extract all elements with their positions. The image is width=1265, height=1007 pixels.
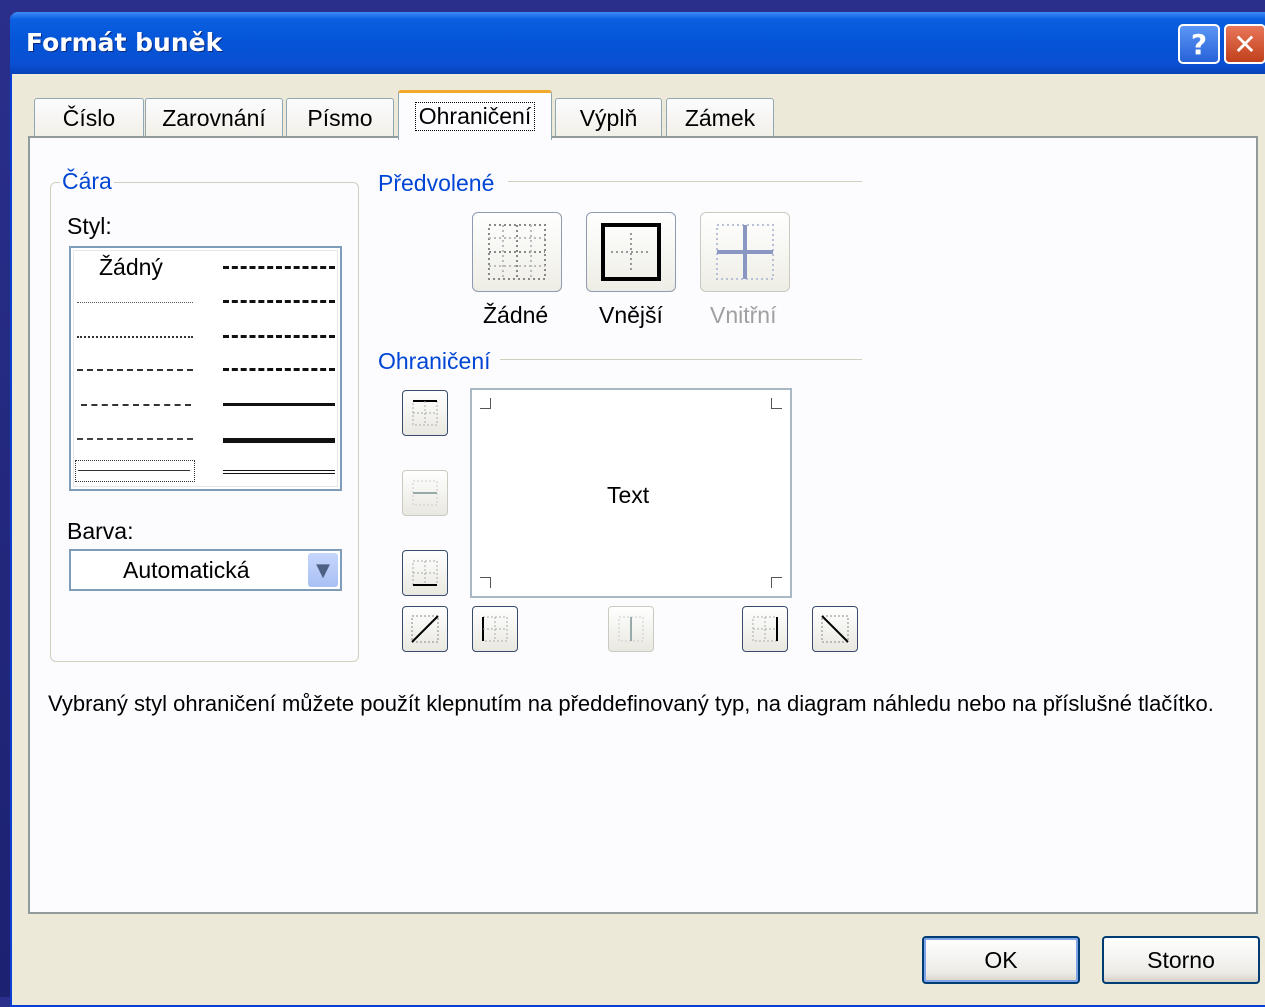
border-inside-horizontal-button[interactable] (402, 470, 448, 516)
tab-border[interactable]: Ohraničení (398, 90, 552, 140)
border-left-button[interactable] (472, 606, 518, 652)
line-style-dash-dot-dot[interactable] (77, 369, 193, 371)
preset-inside-button[interactable] (700, 212, 790, 292)
preset-none-icon (488, 224, 546, 280)
preset-none-label: Žádné (483, 302, 549, 328)
border-bottom-icon (412, 560, 438, 586)
line-style-double[interactable] (223, 470, 335, 474)
border-bottom-button[interactable] (402, 550, 448, 596)
line-group-title: Čára (60, 168, 114, 195)
border-diagonal-up-button[interactable] (402, 606, 448, 652)
line-style-medium[interactable] (223, 403, 335, 406)
line-style-medium-dash-dot[interactable] (223, 335, 335, 338)
line-style-medium-dash-dot-dot[interactable] (223, 266, 335, 269)
ok-button[interactable]: OK (922, 936, 1080, 984)
line-style-dashed[interactable] (77, 438, 193, 440)
tab-strip: Číslo Zarovnání Písmo Ohraničení Výplň Z… (10, 90, 1265, 140)
tab-alignment[interactable]: Zarovnání (145, 98, 283, 138)
line-style-medium-dashed[interactable] (223, 368, 335, 371)
border-top-icon (412, 400, 438, 426)
line-style-none[interactable]: Žádný (99, 254, 163, 281)
line-style-dash-dot[interactable] (81, 404, 191, 406)
line-style-list[interactable]: Žádný (69, 246, 342, 491)
chevron-down-icon[interactable]: ▼ (308, 553, 338, 587)
line-style-slanted-dash-dot[interactable] (223, 300, 335, 303)
border-left-icon (482, 616, 508, 642)
window-title: Formát buněk (26, 28, 223, 57)
preset-inside-icon (716, 224, 774, 280)
line-style-thin-selected[interactable] (75, 460, 195, 482)
line-style-thick[interactable] (223, 438, 335, 443)
preset-none-button[interactable] (472, 212, 562, 292)
title-bar[interactable]: Formát buněk ? ✕ (10, 12, 1265, 74)
border-diagonal-down-button[interactable] (812, 606, 858, 652)
preset-outline-button[interactable] (586, 212, 676, 292)
tab-number[interactable]: Číslo (34, 98, 144, 138)
tab-fill[interactable]: Výplň (555, 98, 662, 138)
border-preview[interactable]: Text (470, 388, 792, 598)
cancel-button[interactable]: Storno (1102, 936, 1260, 984)
color-select[interactable]: Automatická ▼ (69, 549, 342, 591)
border-inside-vertical-button[interactable] (608, 606, 654, 652)
format-cells-dialog: Formát buněk ? ✕ Číslo Zarovnání Písmo O… (10, 12, 1265, 1007)
border-inside-horizontal-icon (412, 480, 438, 506)
color-label: Barva: (67, 518, 134, 544)
presets-title: Předvolené (378, 170, 495, 196)
tab-protection[interactable]: Zámek (666, 98, 774, 138)
help-icon[interactable]: ? (1178, 24, 1220, 64)
color-value: Automatická (123, 557, 250, 583)
diagonal-down-icon (821, 615, 849, 643)
hint-text: Vybraný styl ohraničení můžete použít kl… (48, 691, 1214, 716)
border-tab-panel: Čára Styl: Žádný Barva: Automatická ▼ Př… (28, 136, 1258, 914)
preview-text: Text (607, 482, 650, 508)
tab-font[interactable]: Písmo (286, 98, 394, 138)
preset-outline-icon (601, 223, 661, 281)
close-icon[interactable]: ✕ (1224, 24, 1265, 64)
line-style-hairline[interactable] (77, 302, 193, 303)
diagonal-up-icon (411, 615, 439, 643)
preset-outline-label: Vnější (599, 302, 663, 328)
border-right-icon (752, 616, 778, 642)
border-group-title: Ohraničení (378, 348, 491, 374)
border-right-button[interactable] (742, 606, 788, 652)
preset-inside-label: Vnitřní (710, 302, 777, 328)
style-label: Styl: (67, 213, 112, 239)
line-style-dotted[interactable] (77, 336, 193, 338)
border-top-button[interactable] (402, 390, 448, 436)
border-inside-vertical-icon (618, 616, 644, 642)
